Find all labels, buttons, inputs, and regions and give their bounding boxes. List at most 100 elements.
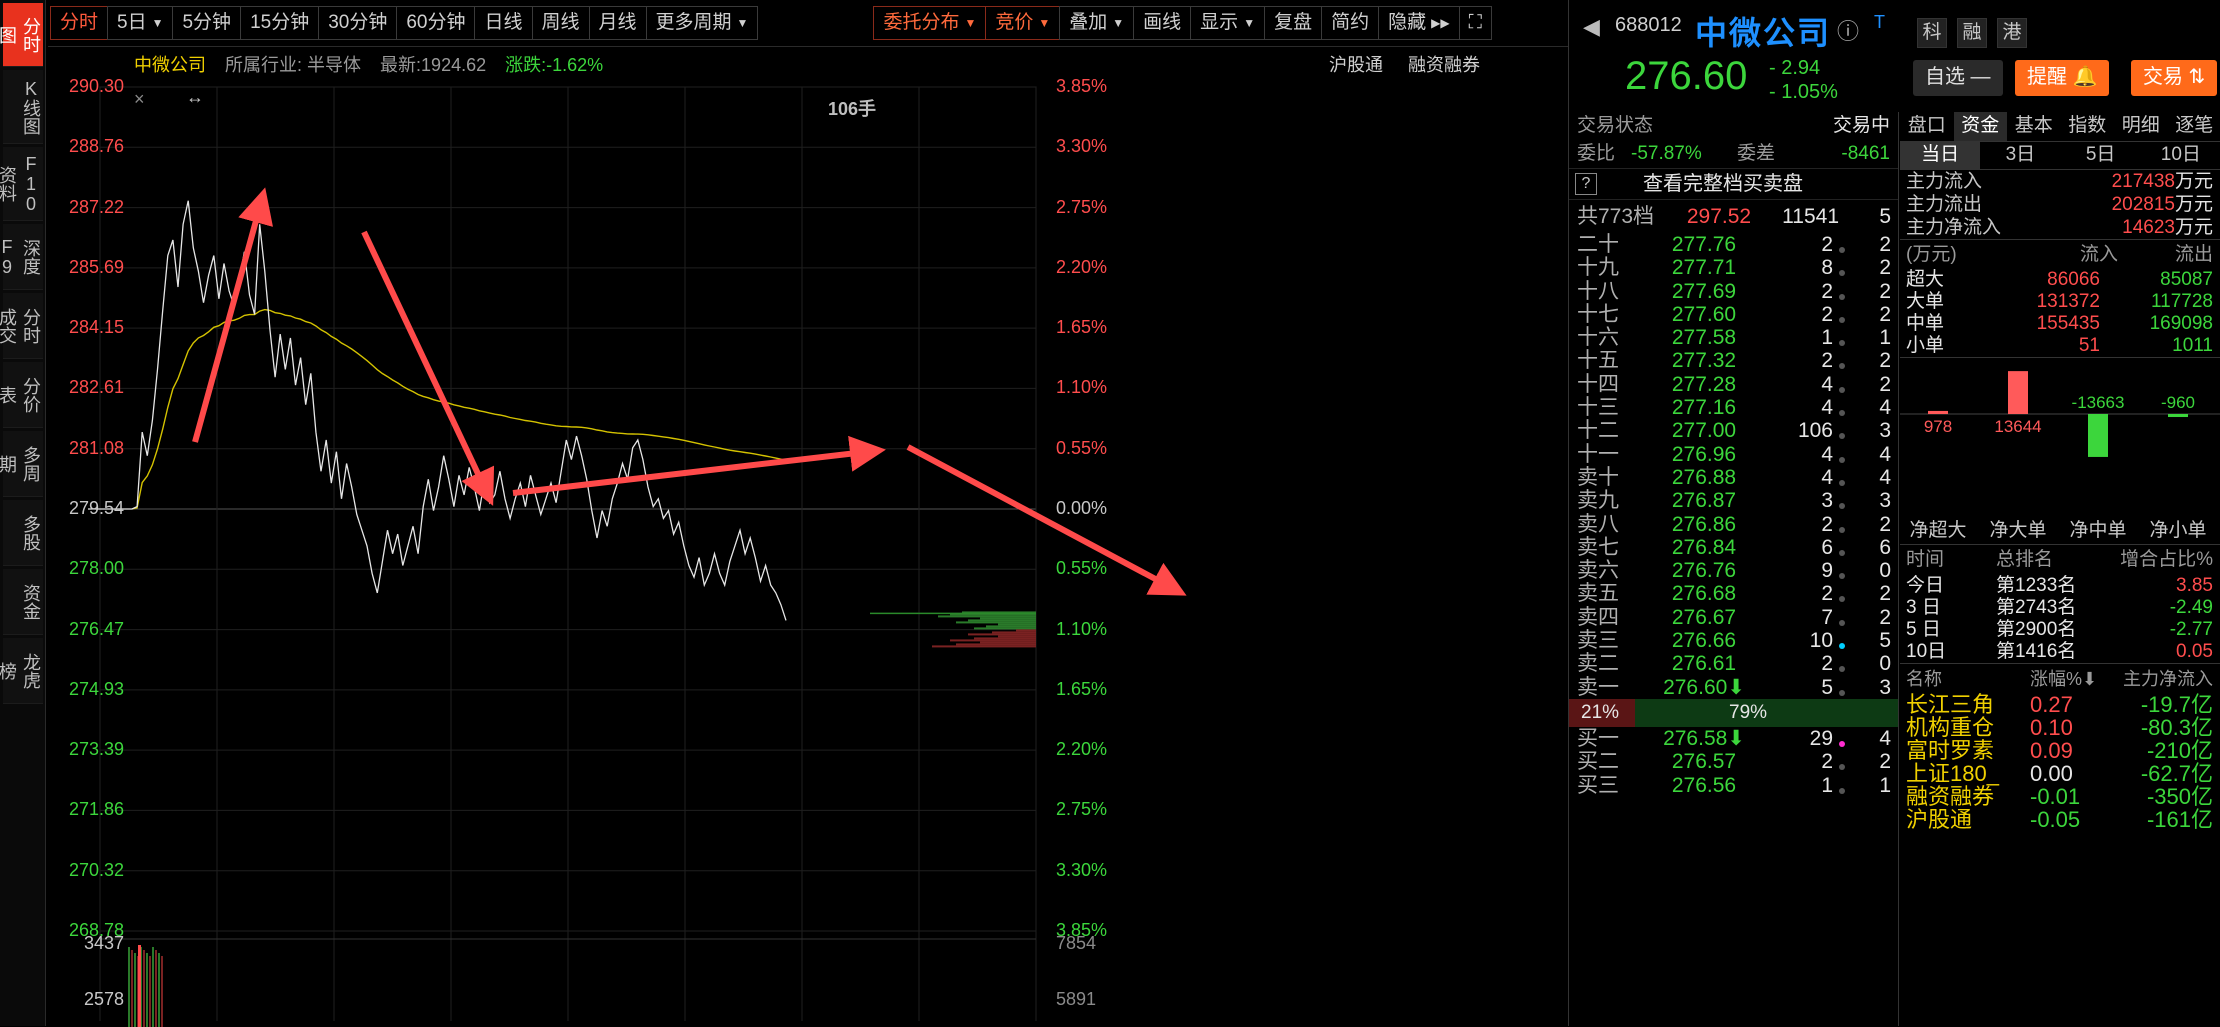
book-row[interactable]: 十二277.001063 xyxy=(1569,419,1898,442)
sector-pct-header[interactable]: 涨幅%⬇ xyxy=(2030,664,2097,694)
chart-canvas[interactable] xyxy=(48,47,1568,1027)
prev-stock-icon[interactable]: ◀ xyxy=(1583,14,1600,40)
volume-bar xyxy=(128,947,130,1027)
toolbar-item-8[interactable]: 月线 xyxy=(589,6,647,40)
period-tab-3[interactable]: 10日 xyxy=(2141,142,2220,169)
toolbar-item-7[interactable]: 周线 xyxy=(532,6,590,40)
book-dot-icon xyxy=(1839,573,1845,579)
toolbar-right-item-5[interactable]: 复盘 xyxy=(1264,6,1322,40)
toolbar-item-9[interactable]: 更多周期▼ xyxy=(646,6,759,40)
toolbar-right-item-1[interactable]: 竞价▼ xyxy=(985,6,1060,40)
price-tick: 271.86 xyxy=(44,799,124,820)
book-row[interactable]: 卖十276.8844 xyxy=(1569,466,1898,489)
toolbar-item-0[interactable]: 分时 xyxy=(50,6,108,40)
current-price: 276.60 xyxy=(1625,54,1747,99)
fund-tab-2[interactable]: 基本 xyxy=(2007,112,2061,141)
sidebar-tab-8[interactable]: 资金 xyxy=(3,569,43,635)
sidebar-tab-3[interactable]: 深度F9 xyxy=(3,224,43,290)
book-row[interactable]: 十三277.1644 xyxy=(1569,396,1898,419)
sidebar-tab-4[interactable]: 分时成交 xyxy=(3,293,43,359)
toolbar-right-label: 叠加 xyxy=(1069,12,1107,33)
book-row[interactable]: 卖五276.6822 xyxy=(1569,582,1898,605)
sector-row[interactable]: 上证180_0.00-62.7亿 xyxy=(1900,762,2220,785)
book-level-label: 买二 xyxy=(1577,750,1619,773)
sidebar-tab-1[interactable]: K线图 xyxy=(3,70,43,144)
book-row[interactable]: 十七277.6022 xyxy=(1569,303,1898,326)
toolbar-item-6[interactable]: 日线 xyxy=(474,6,532,40)
book-row[interactable]: 十一276.9644 xyxy=(1569,443,1898,466)
toolbar-item-5[interactable]: 60分钟 xyxy=(396,6,475,40)
book-row[interactable]: 十四277.2842 xyxy=(1569,373,1898,396)
fund-tab-5[interactable]: 逐笔 xyxy=(2168,112,2220,141)
view-full-book-button[interactable]: ? 查看完整档买卖盘 xyxy=(1569,168,1898,200)
toolbar-item-1[interactable]: 5日▼ xyxy=(107,6,173,40)
trade-button[interactable]: 交易 ⇅ xyxy=(2131,60,2217,96)
fund-tab-4[interactable]: 明细 xyxy=(2114,112,2168,141)
rank-value: 第2900名 xyxy=(1996,619,2076,641)
toolbar-item-3[interactable]: 15分钟 xyxy=(240,6,319,40)
sector-row[interactable]: 沪股通-0.05-161亿 xyxy=(1900,808,2220,831)
period-tab-0[interactable]: 当日 xyxy=(1900,142,1980,169)
book-level-label: 买三 xyxy=(1577,774,1619,797)
watchlist-button[interactable]: 自选 — xyxy=(1913,60,2003,96)
book-row[interactable]: 卖六276.7690 xyxy=(1569,559,1898,582)
fund-tab-0[interactable]: 盘口 xyxy=(1900,112,1954,141)
fullscreen-icon[interactable]: ⛶ xyxy=(1459,6,1492,40)
period-tab-2[interactable]: 5日 xyxy=(2061,142,2141,169)
drag-handle-icon[interactable]: ↔ xyxy=(186,87,204,108)
book-row[interactable]: 买二276.5722 xyxy=(1569,750,1898,773)
sidebar-tab-2[interactable]: F10资料 xyxy=(3,147,43,221)
toolbar-right-item-7[interactable]: 隐藏▶▶ xyxy=(1378,6,1459,40)
close-icon[interactable]: × xyxy=(134,89,145,110)
fund-tab-1[interactable]: 资金 xyxy=(1954,112,2008,141)
sector-row[interactable]: 机构重仓0.10-80.3亿 xyxy=(1900,716,2220,739)
info-icon[interactable]: ⓘ xyxy=(1837,14,1859,46)
toolbar-right-item-2[interactable]: 叠加▼ xyxy=(1059,6,1134,40)
order-dist-bar xyxy=(950,639,1036,641)
book-row[interactable]: 卖一276.60⬇53 xyxy=(1569,676,1898,699)
book-row[interactable]: 卖九276.8733 xyxy=(1569,489,1898,512)
book-volume: 3 xyxy=(1749,489,1833,512)
toolbar-right-item-6[interactable]: 简约 xyxy=(1321,6,1379,40)
sidebar-tab-6[interactable]: 多周期 xyxy=(3,431,43,497)
toolbar-right-item-3[interactable]: 画线 xyxy=(1133,6,1191,40)
book-row[interactable]: 十五277.3222 xyxy=(1569,349,1898,372)
help-icon[interactable]: ? xyxy=(1575,173,1597,195)
main-flows: 主力流入217438万元主力流出202815万元主力净流入14623万元 xyxy=(1900,170,2220,239)
sidebar-tab-0[interactable]: 分时图 xyxy=(3,3,43,67)
sector-row[interactable]: 融资融券-0.01-350亿 xyxy=(1900,785,2220,808)
book-row[interactable]: 买一276.58⬇294 xyxy=(1569,727,1898,750)
price-tick: 279.54 xyxy=(44,498,124,519)
book-row[interactable]: 卖四276.6772 xyxy=(1569,606,1898,629)
alert-button[interactable]: 提醒 🔔 xyxy=(2015,60,2109,96)
sidebar-tab-5[interactable]: 分价表 xyxy=(3,362,43,428)
flow-row-out: 169098 xyxy=(2150,313,2213,335)
book-row[interactable]: 卖七276.8466 xyxy=(1569,536,1898,559)
fund-tab-3[interactable]: 指数 xyxy=(2061,112,2115,141)
rank-time: 今日 xyxy=(1906,575,1944,597)
book-row[interactable]: 十九277.7182 xyxy=(1569,256,1898,279)
book-price: 276.60⬇ xyxy=(1649,676,1759,699)
toolbar-right-item-4[interactable]: 显示▼ xyxy=(1190,6,1265,40)
book-row[interactable]: 卖三276.66105 xyxy=(1569,629,1898,652)
sidebar-tab-7[interactable]: 多股 xyxy=(3,500,43,566)
book-row[interactable]: 十六277.5811 xyxy=(1569,326,1898,349)
toolbar-item-2[interactable]: 5分钟 xyxy=(172,6,241,40)
intraday-chart[interactable]: 中微公司 所属行业: 半导体 最新:1924.62 涨跌:-1.62% 沪股通 … xyxy=(48,46,1568,1026)
tag-ke[interactable]: 科 xyxy=(1917,18,1947,48)
sector-row[interactable]: 富时罗素0.09-210亿 xyxy=(1900,739,2220,762)
book-row[interactable]: 卖二276.6120 xyxy=(1569,652,1898,675)
tag-rong[interactable]: 融 xyxy=(1957,18,1987,48)
toolbar-right-item-0[interactable]: 委托分布▼ xyxy=(873,6,986,40)
link-rzrq[interactable]: 融资融券 xyxy=(1408,55,1480,75)
period-tab-1[interactable]: 3日 xyxy=(1980,142,2060,169)
book-row[interactable]: 卖八276.8622 xyxy=(1569,513,1898,536)
book-row[interactable]: 十八277.6922 xyxy=(1569,280,1898,303)
sector-row[interactable]: 长江三角0.27-19.7亿 xyxy=(1900,693,2220,716)
book-row[interactable]: 二十277.7622 xyxy=(1569,233,1898,256)
link-hgt[interactable]: 沪股通 xyxy=(1329,55,1383,75)
book-row[interactable]: 买三276.5611 xyxy=(1569,774,1898,797)
tag-gang[interactable]: 港 xyxy=(1997,18,2027,48)
sidebar-tab-9[interactable]: 龙虎榜 xyxy=(3,638,43,704)
toolbar-item-4[interactable]: 30分钟 xyxy=(318,6,397,40)
